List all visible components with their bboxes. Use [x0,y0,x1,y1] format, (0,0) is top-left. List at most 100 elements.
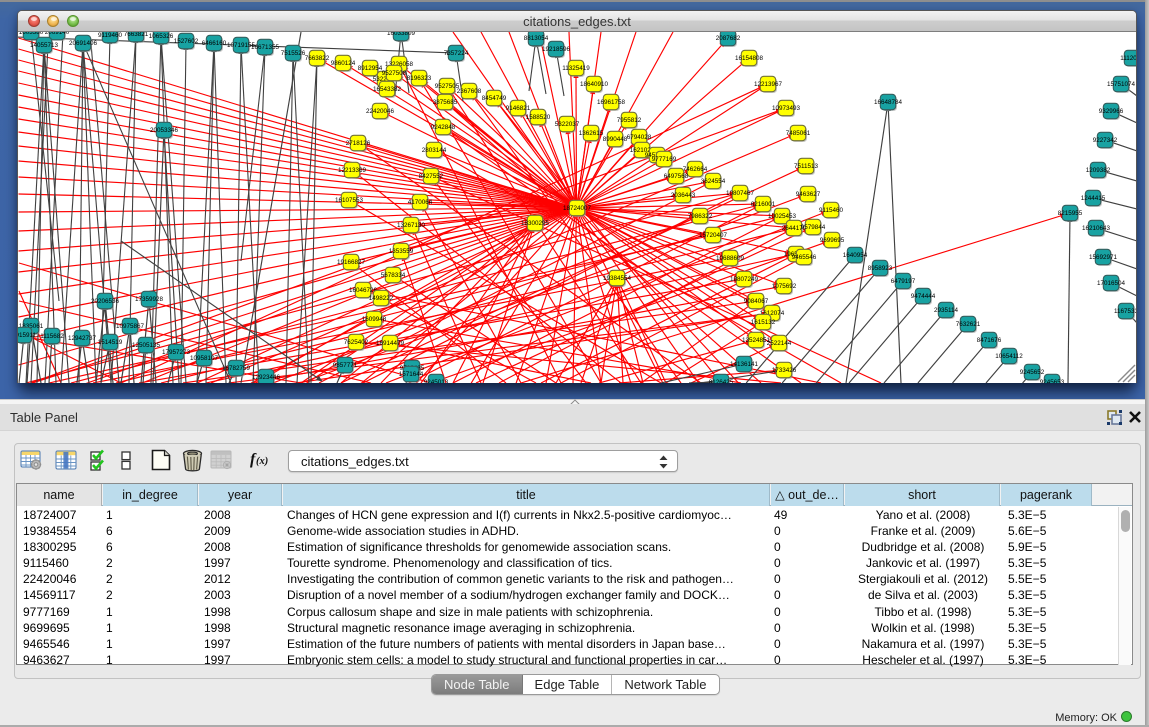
svg-text:1244415: 1244415 [1080,195,1105,202]
svg-text:8454749: 8454749 [481,95,506,102]
svg-text:14055713: 14055713 [29,42,58,49]
svg-text:1640954: 1640954 [842,252,867,259]
svg-text:8912954: 8912954 [357,65,382,72]
svg-text:12213967: 12213967 [753,81,782,88]
svg-text:9329966: 9329966 [1098,108,1123,115]
svg-text:1588520: 1588520 [525,114,550,121]
svg-text:9474444: 9474444 [910,293,935,300]
svg-text:17957273: 17957273 [161,349,190,356]
svg-text:15751074: 15751074 [1106,81,1135,88]
svg-text:9115460: 9115460 [818,207,843,214]
svg-text:20691406: 20691406 [68,40,97,47]
svg-text:16154808: 16154808 [734,55,763,62]
svg-text:2069140: 2069140 [44,32,69,36]
svg-text:9527508: 9527508 [381,70,406,77]
svg-text:12213369: 12213369 [337,167,366,174]
svg-text:7663821: 7663821 [123,32,148,38]
svg-text:8813054: 8813054 [523,35,548,42]
svg-text:12942737: 12942737 [67,335,96,342]
svg-text:2522144: 2522144 [766,340,791,347]
svg-text:16782759: 16782759 [221,365,250,372]
svg-text:(x): (x) [256,456,268,467]
svg-text:2935114: 2935114 [933,307,958,314]
svg-text:9084067: 9084067 [743,298,768,305]
svg-text:19218596: 19218596 [541,46,570,53]
svg-text:9242848: 9242848 [430,124,455,131]
svg-text:6794028: 6794028 [626,134,651,141]
svg-text:2087682: 2087682 [715,35,740,42]
svg-text:8427552: 8427552 [418,173,443,180]
svg-text:1075692: 1075692 [771,283,796,290]
svg-text:2803144: 2803144 [421,147,446,154]
svg-text:1115682: 1115682 [40,333,64,340]
svg-text:14136141: 14136141 [729,361,758,368]
svg-text:1603380: 1603380 [18,32,43,36]
svg-text:2367608: 2367608 [456,88,481,95]
svg-text:2036443: 2036443 [670,192,695,199]
svg-text:8126425: 8126425 [708,379,733,383]
svg-text:16648784: 16648784 [873,99,902,106]
svg-text:7955812: 7955812 [616,117,641,124]
svg-text:16671355: 16671355 [250,44,279,51]
svg-text:9699695: 9699695 [819,237,844,244]
svg-text:16961758: 16961758 [596,99,625,106]
svg-text:2718126: 2718126 [345,140,370,147]
svg-text:1498222: 1498222 [368,295,393,302]
svg-text:5322037: 5322037 [554,121,579,128]
svg-text:16033809: 16033809 [386,32,415,37]
svg-text:7515526: 7515526 [280,50,305,57]
svg-text:22420046: 22420046 [365,108,394,115]
svg-text:1065326: 1065326 [148,33,173,40]
svg-text:8196323: 8196323 [406,75,431,82]
svg-text:9465546: 9465546 [791,254,816,261]
svg-text:9146821: 9146821 [505,105,530,112]
svg-text:10807467: 10807467 [725,190,754,197]
svg-text:9119460: 9119460 [97,32,122,39]
svg-text:20053346: 20053346 [149,127,178,134]
svg-text:15720407: 15720407 [698,232,727,239]
svg-text:8215955: 8215955 [1057,210,1082,217]
svg-text:7511513: 7511513 [793,163,818,170]
svg-text:9579844: 9579844 [800,224,825,231]
svg-text:9245013: 9245013 [423,379,448,383]
svg-text:7663822: 7663822 [304,55,329,62]
svg-text:9245652: 9245652 [1019,369,1044,376]
svg-text:7485061: 7485061 [785,130,810,137]
svg-text:9860124: 9860124 [330,60,355,67]
svg-text:10973493: 10973493 [771,105,800,112]
svg-text:3875685: 3875685 [432,99,457,106]
svg-text:10025453: 10025453 [767,213,796,220]
svg-text:12923446: 12923446 [251,374,280,381]
svg-text:16107553: 16107553 [334,197,363,204]
svg-text:9857771: 9857771 [332,362,357,369]
svg-text:16210643: 16210643 [1081,225,1110,232]
svg-text:17016504: 17016504 [1096,280,1125,287]
svg-text:7986322: 7986322 [687,213,712,220]
svg-text:1353559: 1353559 [388,248,413,255]
svg-text:15692971: 15692971 [1088,254,1117,261]
svg-text:6497568: 6497568 [663,173,688,180]
svg-text:9463627: 9463627 [795,191,820,198]
svg-text:1209382: 1209382 [1085,167,1110,174]
svg-text:8990448: 8990448 [602,136,627,143]
svg-text:18807249: 18807249 [729,276,758,283]
svg-text:8958923: 8958923 [867,265,892,272]
svg-text:6216001: 6216001 [750,201,775,208]
svg-text:5678334: 5678334 [380,272,405,279]
svg-text:16914479: 16914479 [375,340,404,347]
svg-text:7462664: 7462664 [682,166,707,173]
svg-text:13267130: 13267130 [396,222,425,229]
svg-text:18724007: 18724007 [562,205,591,212]
svg-text:9227342: 9227342 [1092,137,1117,144]
svg-text:1527602: 1527602 [173,38,198,45]
svg-text:3915911: 3915911 [18,332,36,339]
svg-text:20206536: 20206536 [90,298,119,305]
svg-text:1733426: 1733426 [771,367,796,374]
svg-text:11325419: 11325419 [562,65,590,72]
svg-text:1571644: 1571644 [398,371,423,378]
svg-text:19166827: 19166827 [336,259,365,266]
svg-text:1112045: 1112045 [1120,55,1136,62]
svg-text:1514519: 1514519 [97,339,122,346]
svg-text:7625402: 7625402 [343,339,368,346]
svg-text:17359928: 17359928 [134,296,163,303]
